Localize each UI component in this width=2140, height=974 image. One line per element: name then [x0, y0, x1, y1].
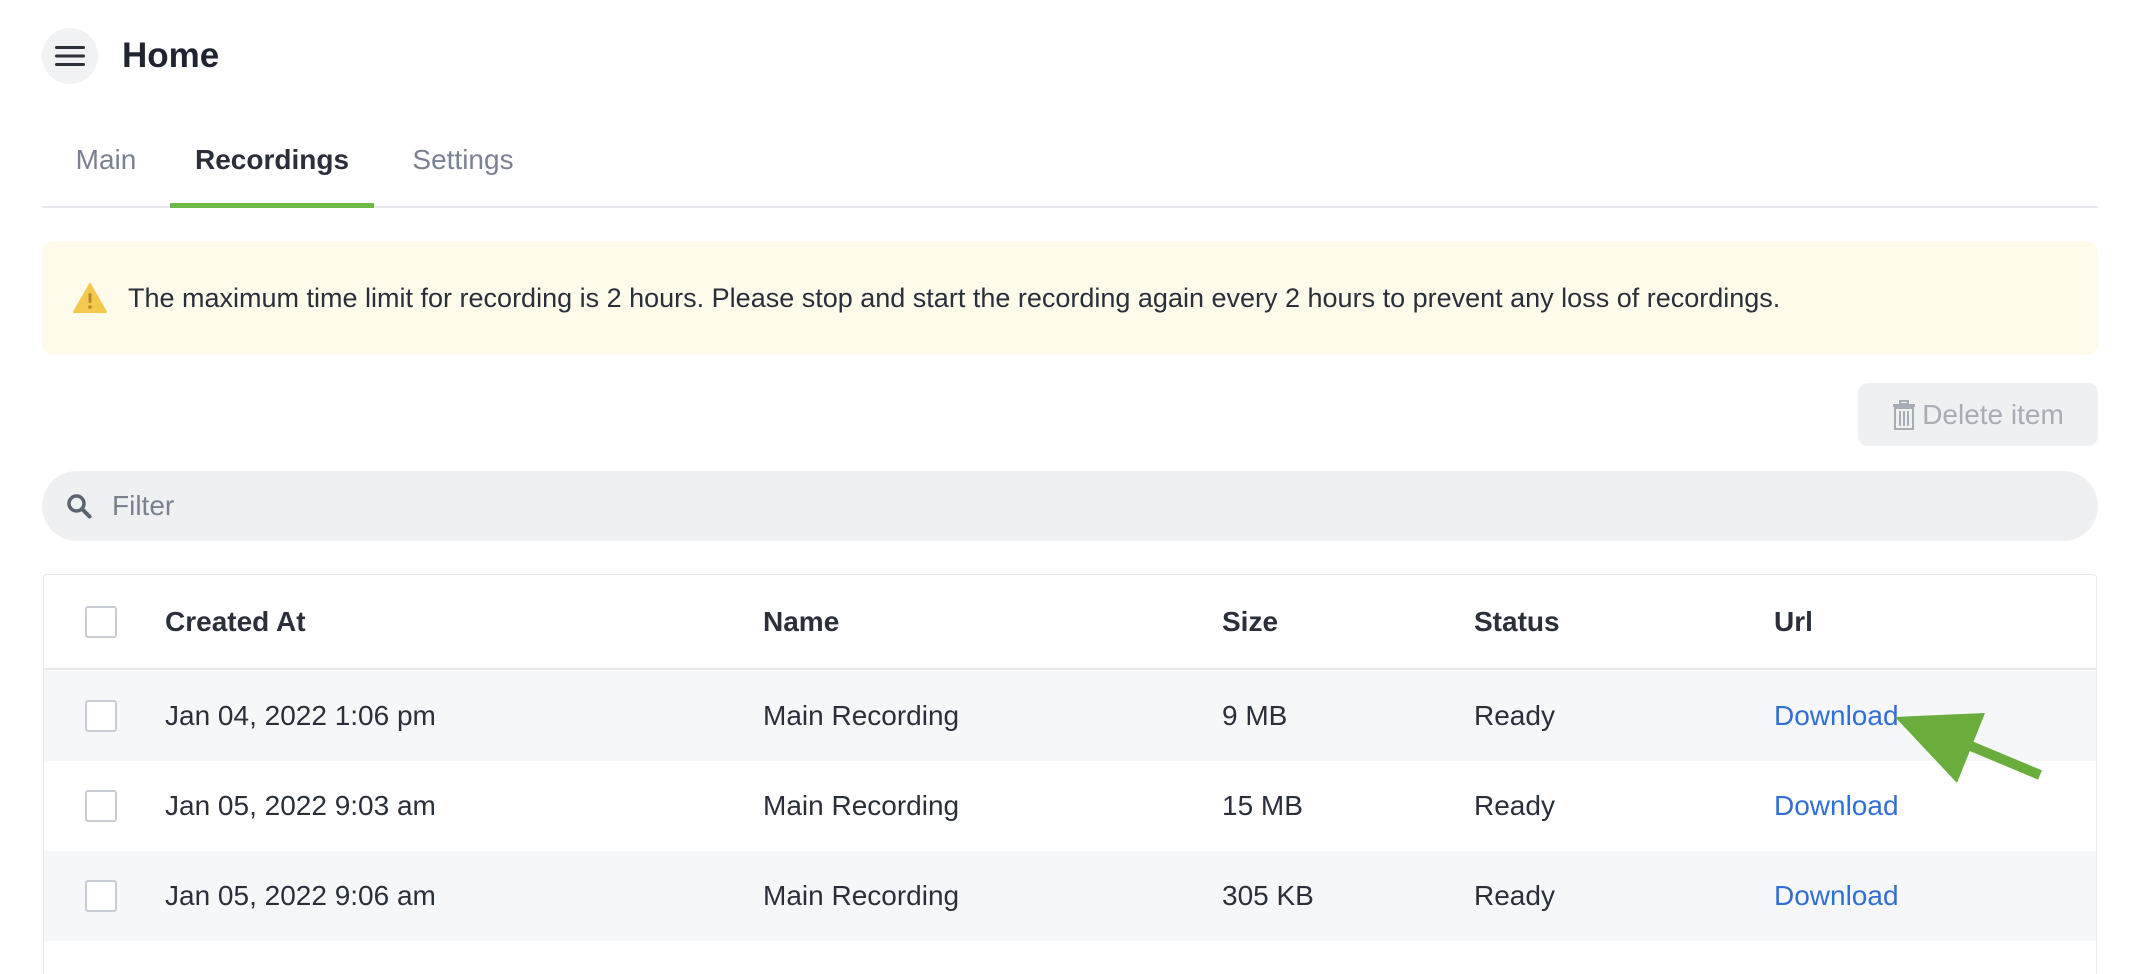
name-cell: Main Recording	[763, 880, 960, 911]
table-row[interactable]: Jan 05, 2022 9:03 am Main Recording 15 M…	[44, 761, 2096, 851]
filter-bar	[42, 471, 2098, 541]
page-title: Home	[122, 36, 220, 75]
recordings-table: Created At Name Size Status Url Jan 04, …	[43, 574, 2097, 974]
status-cell: Ready	[1474, 880, 1555, 911]
size-cell: 15 MB	[1222, 790, 1303, 821]
size-cell: 9 MB	[1222, 700, 1288, 731]
download-link[interactable]: Download	[1774, 880, 1899, 912]
created-at-cell: Jan 05, 2022 9:06 am	[165, 880, 436, 911]
header-size[interactable]: Size	[1222, 606, 1278, 638]
pointer-arrow-icon	[1895, 713, 2042, 783]
delete-item-button[interactable]: Delete item	[1858, 383, 2098, 446]
row-checkbox[interactable]	[85, 700, 117, 732]
table-row[interactable]: Jan 05, 2022 9:06 am Main Recording 305 …	[44, 851, 2096, 941]
trash-icon	[1893, 399, 1916, 430]
alert-message: The maximum time limit for recording is …	[128, 282, 1781, 313]
header-name[interactable]: Name	[763, 606, 839, 638]
warning-icon	[73, 283, 107, 313]
select-all-checkbox[interactable]	[85, 605, 117, 638]
name-cell: Main Recording	[763, 790, 960, 821]
row-checkbox[interactable]	[85, 880, 117, 912]
table-row[interactable]: Jan 04, 2022 1:06 pm Main Recording 9 MB…	[44, 671, 2096, 761]
status-cell: Ready	[1474, 790, 1555, 821]
created-at-cell: Jan 04, 2022 1:06 pm	[165, 700, 436, 731]
delete-item-label: Delete item	[1922, 398, 2064, 430]
name-cell: Main Recording	[763, 700, 960, 731]
download-link[interactable]: Download	[1774, 790, 1899, 822]
filter-input[interactable]	[112, 490, 1941, 522]
search-icon	[67, 494, 92, 519]
download-link[interactable]: Download	[1774, 700, 1899, 732]
header-created-at[interactable]: Created At	[165, 606, 306, 638]
row-checkbox[interactable]	[85, 790, 117, 822]
header-status[interactable]: Status	[1474, 606, 1560, 638]
tab-settings[interactable]: Settings	[374, 130, 552, 208]
tab-bar: Main Recordings Settings	[42, 130, 2098, 208]
size-cell: 305 KB	[1222, 880, 1314, 911]
table-header-row: Created At Name Size Status Url	[44, 575, 2096, 670]
header-url: Url	[1774, 605, 1813, 637]
page-header: Home	[42, 28, 219, 84]
status-cell: Ready	[1474, 700, 1555, 731]
tab-main[interactable]: Main	[42, 130, 170, 208]
created-at-cell: Jan 05, 2022 9:03 am	[165, 790, 436, 821]
hamburger-menu-icon[interactable]	[42, 28, 98, 84]
tab-recordings[interactable]: Recordings	[170, 130, 374, 208]
warning-alert: The maximum time limit for recording is …	[42, 241, 2098, 355]
